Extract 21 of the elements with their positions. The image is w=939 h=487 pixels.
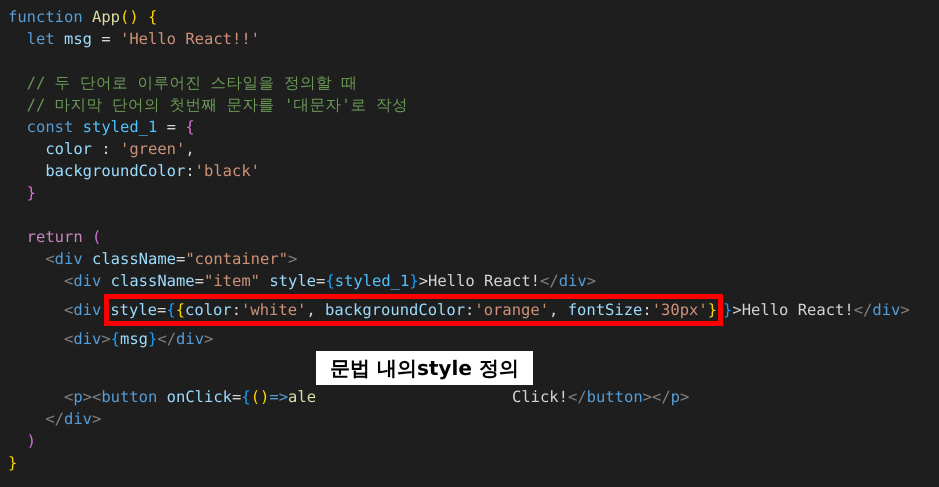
code-text: // 마지막 단어의 첫번째 문자를 '대문자'로 작성 (26, 95, 408, 116)
code-text: <p><button onClick={()=>ale (62, 387, 316, 408)
code-text: let msg = 'Hello React!!' (26, 29, 260, 50)
annotation-label: 문법 내의style 정의 (316, 351, 533, 385)
code-text: // 두 단어로 이루어진 스타일을 정의할 때 (26, 73, 358, 94)
code-text: <div className="item" style={styled_1}>Hello React!</div> (62, 271, 596, 292)
code-text: } (8, 453, 18, 474)
code-text: }>Hello React!</div> (723, 300, 910, 321)
code-text: function App() { (8, 7, 158, 28)
code-text: <div (62, 300, 102, 321)
code-text: <div className="container"> (44, 249, 298, 270)
code-text: backgroundColor:'black' (44, 161, 260, 182)
code-text: } (26, 183, 36, 204)
code-text: <div>{msg}</div> (62, 329, 214, 350)
code-text: color : 'green', (44, 139, 195, 160)
highlight-box: style={{color:'white', backgroundColor:'orange', fontSize:'30px'} (104, 294, 724, 326)
code-text: return ( (26, 227, 102, 248)
code-text: ) (26, 431, 36, 452)
code-text: </div> (44, 409, 102, 430)
code-text: Click!</button></p> (512, 387, 690, 408)
code-text: const styled_1 = { (26, 117, 195, 138)
